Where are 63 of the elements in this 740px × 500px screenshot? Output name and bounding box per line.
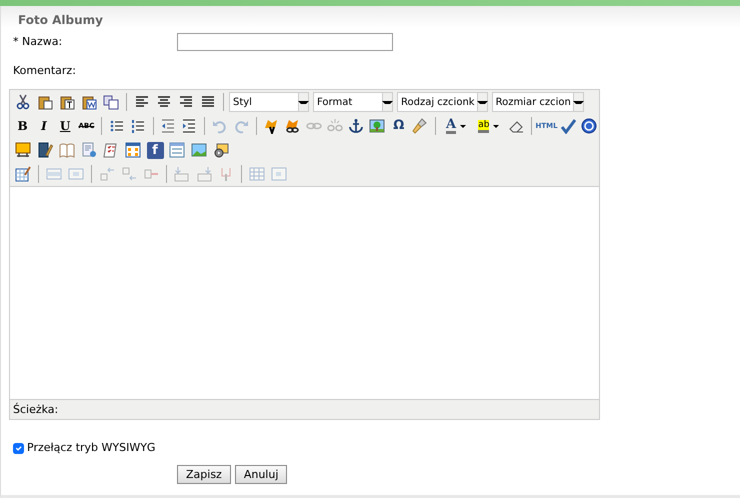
- scissors-icon: [15, 94, 31, 110]
- insert-row-icon: [121, 166, 137, 182]
- open-book-icon: [59, 142, 75, 158]
- special-character-button[interactable]: Ω: [389, 116, 408, 136]
- align-left-icon: [134, 94, 150, 110]
- picture-icon: [191, 142, 207, 158]
- calendar-icon: [125, 142, 141, 158]
- indent-icon: [181, 118, 198, 134]
- presentation-board-icon: [15, 142, 31, 158]
- form-icon: [169, 142, 185, 158]
- name-input[interactable]: [177, 33, 393, 51]
- book-pencil-icon: [37, 142, 53, 158]
- calendar-button[interactable]: [123, 140, 143, 160]
- checkbox-label: Przełącz tryb WYSIWYG: [27, 440, 156, 456]
- style-dropdown[interactable]: Rodzaj czcionk: [397, 92, 488, 112]
- highlight-color-button[interactable]: ab: [473, 116, 504, 136]
- italic-button[interactable]: I: [34, 116, 54, 136]
- text-color-button[interactable]: A: [440, 116, 472, 136]
- spellcheck-icon: [560, 118, 576, 134]
- video-icon: [213, 142, 229, 158]
- numbered-list-icon: [130, 118, 146, 134]
- edit-table-button[interactable]: [13, 164, 33, 184]
- facebook-button[interactable]: f: [145, 140, 165, 160]
- undo-icon: [212, 118, 228, 134]
- clipboard-word-icon: [81, 94, 97, 110]
- merge-cells-icon: [271, 166, 287, 182]
- insert-row-icon: [99, 166, 115, 182]
- brush-icon: [412, 118, 428, 134]
- style-dropdown[interactable]: Styl: [229, 92, 309, 112]
- edit-table-icon: [15, 166, 31, 182]
- spellcheck-button[interactable]: [558, 116, 578, 136]
- align-center-icon: [156, 94, 172, 110]
- bold-button[interactable]: B: [13, 116, 32, 136]
- style-dropdown[interactable]: Rozmiar czcion: [492, 92, 584, 112]
- table-cell-icon: [68, 166, 84, 182]
- image-icon: [369, 118, 386, 134]
- insert-column-icon: [196, 166, 212, 182]
- align-right-icon: [178, 94, 194, 110]
- unlink-icon: [326, 118, 343, 134]
- wysiwyg-checkbox[interactable]: [13, 442, 24, 454]
- clipboard-icon: [37, 94, 53, 110]
- anchor-icon: [348, 118, 364, 134]
- checklist-icon: [103, 142, 119, 158]
- save-button[interactable]: Zapisz: [177, 464, 231, 484]
- field-label: Komentarz:: [13, 62, 77, 79]
- form-button[interactable]: [167, 140, 187, 160]
- justify-icon: [200, 94, 216, 110]
- path-label: Ścieżka:: [13, 403, 58, 416]
- insert-column-icon: [174, 166, 190, 182]
- document-search-icon: [81, 142, 97, 158]
- split-cells-icon: [249, 166, 265, 182]
- table-row-icon: [46, 166, 62, 182]
- outdent-icon: [160, 118, 176, 134]
- field-label: * Nazwa:: [13, 34, 64, 50]
- clipboard-text-icon: [59, 94, 75, 110]
- copy-icon: [103, 94, 119, 110]
- presentation-board-button[interactable]: [13, 140, 33, 160]
- underline-button[interactable]: U: [56, 116, 75, 136]
- panel-title: Foto Albumy: [18, 13, 103, 27]
- bullet-list-icon: [108, 118, 125, 134]
- style-dropdown[interactable]: Format: [313, 92, 393, 112]
- anchor-button[interactable]: [346, 116, 366, 136]
- cancel-button[interactable]: Anuluj: [234, 464, 288, 484]
